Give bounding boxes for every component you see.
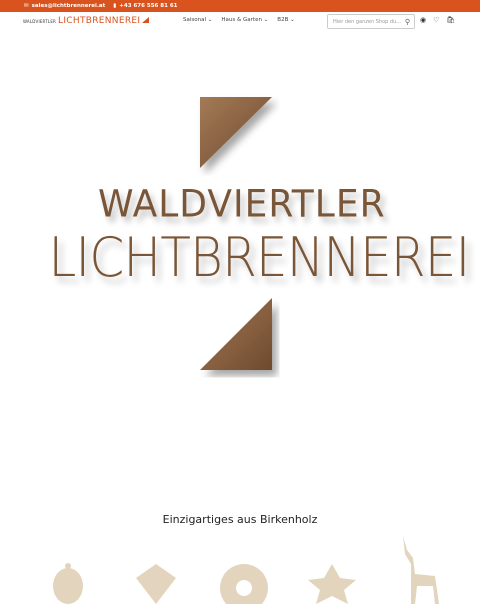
- logo[interactable]: WALDVIERTLER LICHTBRENNEREI: [23, 16, 150, 26]
- main-nav: Saisonal ⌄ Haus & Garten ⌄ B2B ⌄: [183, 17, 295, 23]
- nav-b2b[interactable]: B2B ⌄: [277, 17, 294, 23]
- section-title: Einzigartiges aus Birkenholz: [162, 513, 318, 526]
- product-ornament-leaf[interactable]: [112, 532, 200, 604]
- cart-icon[interactable]: 🛍︎: [446, 16, 455, 24]
- product-ornament-bauble[interactable]: [24, 532, 112, 604]
- mail-icon: ✉: [24, 3, 29, 9]
- nav-saisonal[interactable]: Saisonal ⌄: [183, 17, 212, 23]
- search-icon[interactable]: ⚲: [405, 18, 410, 26]
- logo-triangle-icon: [142, 17, 150, 23]
- hero-title-line1: WALDVIERTLER: [98, 182, 386, 227]
- search-input[interactable]: Hier den ganzen Shop du... ⚲: [327, 14, 415, 29]
- phone-link[interactable]: ▮ +43 676 556 81 61: [113, 3, 177, 9]
- nav-haus-garten[interactable]: Haus & Garten ⌄: [221, 17, 268, 23]
- account-icon[interactable]: ◉: [420, 16, 426, 24]
- phone-icon: ▮: [113, 3, 117, 9]
- header: WALDVIERTLER LICHTBRENNEREI Saisonal ⌄ Ha…: [0, 12, 480, 32]
- product-ornament-snowflake[interactable]: [200, 532, 288, 604]
- wishlist-icon[interactable]: ♡: [433, 16, 439, 24]
- bottom-triangle: [200, 298, 272, 370]
- product-row: [24, 532, 464, 604]
- product-ornament-star[interactable]: [288, 532, 376, 604]
- product-ornament-deer[interactable]: [376, 532, 464, 604]
- top-triangle: [200, 97, 272, 168]
- email-link[interactable]: ✉ sales@lichtbrennerei.at: [24, 3, 105, 9]
- top-bar: ✉ sales@lichtbrennerei.at ▮ +43 676 556 81…: [0, 0, 480, 12]
- hero-title-line2: LICHTBRENNEREI: [48, 226, 470, 289]
